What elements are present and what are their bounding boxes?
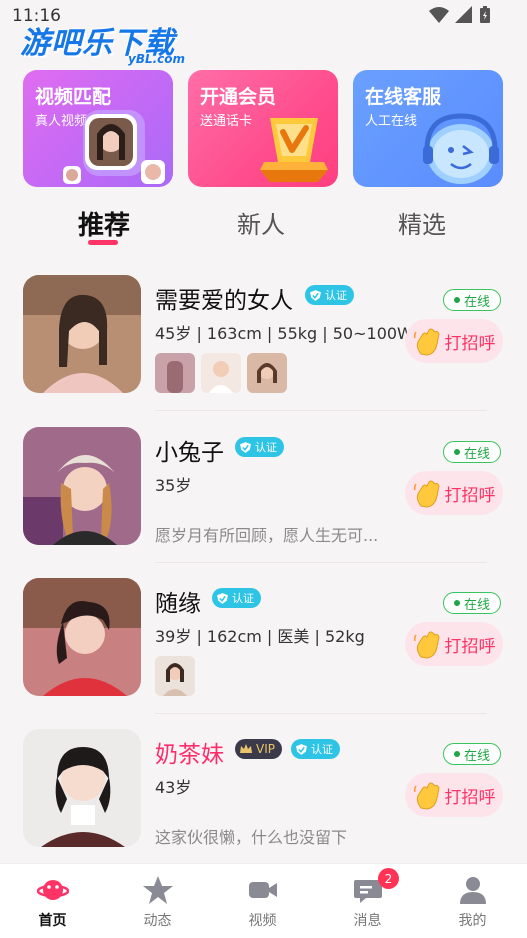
waving-hand-icon [413,782,440,810]
online-status-label: 在线 [463,748,490,764]
user-photo-thumbnail[interactable] [155,656,195,696]
user-photos [155,656,195,696]
nav-home[interactable]: 首页 [0,864,105,938]
verified-label: 认证 [325,289,347,302]
say-hello-label: 打招呼 [444,787,496,808]
signal-icon [455,6,472,23]
unread-count-badge: 2 [378,868,399,889]
watermark-logo: 游吧乐下载 yBL.com [20,18,185,66]
user-name: 随缘 [155,591,201,617]
star-icon [143,876,173,904]
nav-label: 动态 [143,913,172,929]
nav-label: 视频 [248,913,277,929]
vip-badge: VIP [235,739,282,759]
shield-check-icon [310,289,321,301]
bottom-navigation: 首页 动态 视频 2 消息 我的 [0,863,527,938]
video-camera-icon [249,882,277,898]
online-status-badge: 在线 [443,289,501,311]
say-hello-button[interactable]: 打招呼 [405,622,503,666]
user-photo-thumbnail[interactable] [155,353,195,393]
video-match-illustration [63,110,165,184]
online-dot-icon [453,449,460,455]
crown-icon [240,744,252,753]
waving-hand-icon [413,480,440,508]
verified-badge: 认证 [235,437,284,457]
online-status-badge: 在线 [443,592,501,614]
say-hello-button[interactable]: 打招呼 [405,319,503,363]
shield-check-icon [296,743,307,755]
user-info: 39岁 | 162cm | 医美 | 52kg [155,627,365,646]
card-divider [155,713,487,714]
active-tab-indicator [88,240,118,245]
nav-label: 我的 [458,913,487,929]
online-dot-icon [453,297,460,303]
verified-label: 认证 [255,441,277,454]
vip-label: VIP [256,742,275,756]
wifi-icon [429,7,449,23]
online-status-label: 在线 [463,446,490,462]
verified-badge: 认证 [291,739,340,759]
user-card[interactable]: 随缘 认证 39岁 | 162cm | 医美 | 52kg 在线 打招呼 [0,578,527,728]
user-card[interactable]: 需要爱的女人 认证 45岁 | 163cm | 55kg | 50~100W 在… [0,275,527,425]
user-bio: 这家伙很懒，什么也没留下 [155,828,348,847]
say-hello-label: 打招呼 [444,636,496,657]
tab-newcomers[interactable]: 新人 [237,205,285,240]
say-hello-button[interactable]: 打招呼 [405,471,503,515]
waving-hand-icon [413,328,440,356]
tab-featured[interactable]: 精选 [398,205,446,240]
online-status-badge: 在线 [443,743,501,765]
waving-hand-icon [413,631,440,659]
verified-label: 认证 [232,592,254,605]
status-icons [429,6,491,24]
user-avatar[interactable] [23,729,141,847]
card-divider [155,562,487,563]
user-photo-thumbnail[interactable] [247,353,287,393]
user-card[interactable]: 小兔子 认证 35岁 愿岁月有所回顾，愿人生无可... 在线 打招呼 [0,427,527,577]
video-match-banner[interactable]: 视频匹配 真人视频 [23,70,173,187]
user-avatar[interactable] [23,275,141,393]
planet-icon [37,880,69,900]
shield-check-icon [240,441,251,453]
say-hello-label: 打招呼 [444,485,496,506]
online-dot-icon [453,751,460,757]
user-name: 奶茶妹 [155,742,224,768]
nav-video[interactable]: 视频 [210,864,315,938]
user-name: 需要爱的女人 [155,288,293,314]
user-avatar[interactable] [23,578,141,696]
nav-profile[interactable]: 我的 [420,864,525,938]
card-divider [155,410,487,411]
person-icon [460,877,486,904]
online-dot-icon [453,600,460,606]
user-bio: 愿岁月有所回顾，愿人生无可... [155,526,379,545]
nav-messages[interactable]: 2 消息 [315,864,420,938]
user-name: 小兔子 [155,440,224,466]
say-hello-label: 打招呼 [444,333,496,354]
user-card[interactable]: 奶茶妹 VIP 认证 43岁 这家伙很懒，什么也没留下 在线 打招呼 [0,729,527,879]
customer-service-banner[interactable]: 在线客服 人工在线 [353,70,503,187]
user-photo-thumbnail[interactable] [201,353,241,393]
watermark-subtext: yBL.com [128,52,186,66]
say-hello-button[interactable]: 打招呼 [405,773,503,817]
user-avatar[interactable] [23,427,141,545]
battery-icon [480,6,490,23]
vip-membership-banner[interactable]: 开通会员 送通话卡 [188,70,338,187]
user-info: 43岁 [155,778,192,797]
online-status-label: 在线 [463,597,490,613]
nav-label: 首页 [38,913,67,929]
verified-label: 认证 [311,743,333,756]
verified-badge: 认证 [305,285,354,305]
nav-label: 消息 [353,913,382,929]
user-info: 35岁 [155,476,192,495]
support-headset-icon [423,113,499,184]
verified-badge: 认证 [212,588,261,608]
feed-tabs: 推荐 新人 精选 [0,200,527,250]
online-status-label: 在线 [463,294,490,310]
vip-trophy-icon [260,118,328,182]
user-info: 45岁 | 163cm | 55kg | 50~100W [155,324,413,343]
user-photos [155,353,287,393]
nav-moments[interactable]: 动态 [105,864,210,938]
online-status-badge: 在线 [443,441,501,463]
tab-recommend[interactable]: 推荐 [78,205,130,242]
shield-check-icon [217,592,228,604]
